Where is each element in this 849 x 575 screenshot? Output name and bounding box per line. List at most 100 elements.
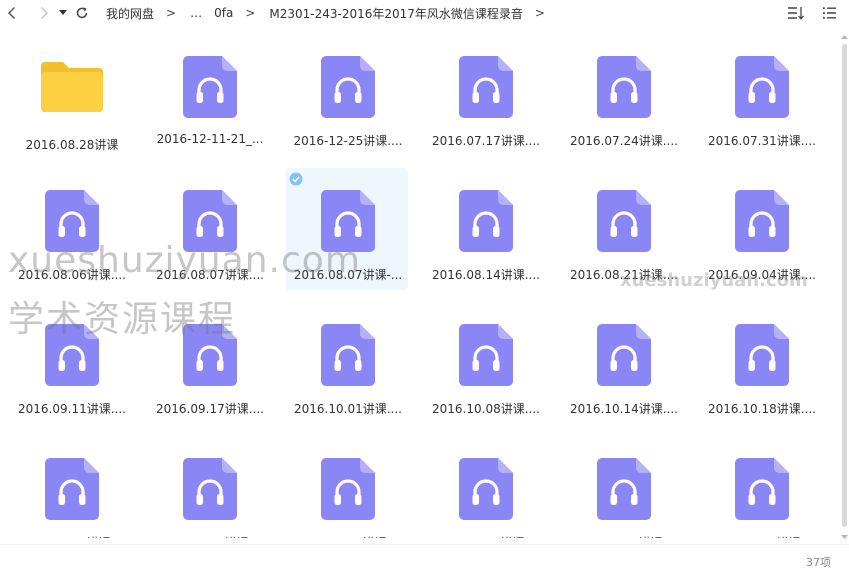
audio-file-icon [459,458,513,520]
audio-file-icon [735,56,789,118]
audio-file-icon [735,190,789,252]
breadcrumb-item-current-folder[interactable]: M2301-243-2016年2017年风水微信课程录音 [267,5,525,22]
scrollbar-thumb[interactable] [842,44,847,527]
file-name-label: 2016.08.21讲课.... [570,268,678,282]
audio-file-icon [321,324,375,386]
audio-file-icon [597,190,651,252]
file-item[interactable]: 2016.08.07讲课-... [279,168,417,304]
folder-icon [41,60,103,112]
file-name-label: 2016-12-11-21_... [156,132,264,146]
file-name-label: 2016.11.13讲课.... [284,534,412,538]
audio-file-icon [321,458,375,520]
file-grid-area: 2016.08.28讲课 2016-12-11-21_... 2016-12-25讲… [0,36,840,538]
file-name-label: 2016.07.24讲课.... [570,134,678,148]
audio-file-icon [735,458,789,520]
audio-file-icon [735,324,789,386]
file-item[interactable]: 2016.10.08讲课.... [417,304,555,438]
file-item[interactable]: 2016.11.13讲课.... [279,438,417,538]
audio-file-icon [45,190,99,252]
vertical-scrollbar[interactable] [840,32,849,542]
file-item[interactable]: 2016.10.01讲课.... [279,304,417,438]
file-name-label: 2016.11.27讲课.... [560,534,688,538]
status-bar: 37项 [0,544,849,575]
scroll-down-arrow-icon[interactable] [841,534,848,540]
breadcrumb-separator: > [534,6,545,20]
file-item[interactable]: 2016.09.04讲课.... [693,170,831,304]
file-name-label: 2016.09.04讲课.... [708,268,816,282]
refresh-button[interactable] [72,2,92,24]
file-item[interactable]: 2016.07.31讲课.... [693,36,831,170]
file-item[interactable]: 2016.09.17讲课.... [141,304,279,438]
file-item[interactable]: 2016.08.14讲课.... [417,170,555,304]
file-item[interactable]: 2016.07.24讲课.... [555,36,693,170]
breadcrumb-item-0fa[interactable]: 0fa [212,6,235,20]
history-dropdown-button[interactable] [56,2,70,24]
breadcrumb-item-ellipsis[interactable]: … [188,6,204,20]
audio-file-icon [321,56,375,118]
audio-file-icon [597,324,651,386]
file-item[interactable]: 2016.10.23讲课.... [3,438,141,538]
file-name-label: 2016.07.31讲课.... [708,134,816,148]
file-name-label: 2016.10.18讲课.... [708,402,816,416]
file-name-label: 2016.10.30讲课.... [146,534,274,538]
file-name-label: 2016.12.05讲课.... [698,534,826,538]
file-item[interactable]: 2016.09.11讲课.... [3,304,141,438]
audio-file-icon [183,190,237,252]
file-name-label: 2016.10.14讲课.... [570,402,678,416]
breadcrumb-item-my-drive[interactable]: 我的网盘 [104,5,156,22]
sort-icon [787,7,804,20]
file-name-label: 2016.10.23讲课.... [8,534,136,538]
file-name-label: 2016.08.06讲课.... [18,268,126,282]
list-view-icon [822,7,836,19]
file-item[interactable]: 2016.10.30讲课.... [141,438,279,538]
selected-check-icon[interactable] [289,172,303,186]
file-item[interactable]: 2016-12-25讲课.... [279,36,417,170]
audio-file-icon [459,324,513,386]
file-name-label: 2016.08.28讲课 [25,138,119,152]
file-name-label: 2016.07.17讲课.... [432,134,540,148]
view-mode-button[interactable] [819,2,839,24]
audio-file-icon [597,56,651,118]
audio-file-icon [321,190,375,252]
toolbar-actions [785,0,839,26]
file-name-label: 2016.11.19讲课.... [422,534,550,538]
audio-file-icon [459,56,513,118]
audio-file-icon [45,458,99,520]
file-name-label: 2016.10.01讲课.... [294,402,402,416]
sort-button[interactable] [785,2,805,24]
file-name-label: 2016.09.11讲课.... [18,402,126,416]
file-name-label: 2016.08.07讲课-... [293,268,403,282]
chevron-right-icon [40,6,49,20]
folder-item[interactable]: 2016.08.28讲课 [3,36,141,170]
breadcrumb: 我的网盘 > … 0fa > M2301-243-2016年2017年风水微信课… [104,5,557,22]
file-item[interactable]: 2016.10.14讲课.... [555,304,693,438]
audio-file-icon [597,458,651,520]
file-item[interactable]: 2016.07.17讲课.... [417,36,555,170]
file-item[interactable]: 2016.10.18讲课.... [693,304,831,438]
file-grid: 2016.08.28讲课 2016-12-11-21_... 2016-12-25讲… [3,36,831,538]
file-item[interactable]: 2016.12.05讲课.... [693,438,831,538]
file-name-label: 2016.09.17讲课.... [156,402,264,416]
file-name-label: 2016.10.08讲课.... [432,402,540,416]
breadcrumb-separator: > [245,6,256,20]
caret-down-icon [59,10,67,15]
item-count: 37项 [806,556,831,569]
file-item[interactable]: 2016.08.21讲课.... [555,170,693,304]
file-browser-window: 我的网盘 > … 0fa > M2301-243-2016年2017年风水微信课… [0,0,849,575]
file-item[interactable]: 2016.11.27讲课.... [555,438,693,538]
file-name-label: 2016.08.07讲课.... [156,268,264,282]
file-item[interactable]: 2016.08.07讲课.... [141,170,279,304]
audio-file-icon [183,458,237,520]
forward-button[interactable] [34,2,54,24]
file-item[interactable]: 2016.11.19讲课.... [417,438,555,538]
file-name-label: 2016.08.14讲课.... [432,268,540,282]
file-name-label: 2016-12-25讲课.... [293,134,403,148]
audio-file-icon [183,324,237,386]
back-button[interactable] [2,2,22,24]
audio-file-icon [183,56,237,118]
scroll-up-arrow-icon[interactable] [841,34,848,40]
audio-file-icon [459,190,513,252]
toolbar: 我的网盘 > … 0fa > M2301-243-2016年2017年风水微信课… [0,0,849,26]
file-item[interactable]: 2016-12-11-21_... [141,36,279,170]
file-item[interactable]: 2016.08.06讲课.... [3,170,141,304]
